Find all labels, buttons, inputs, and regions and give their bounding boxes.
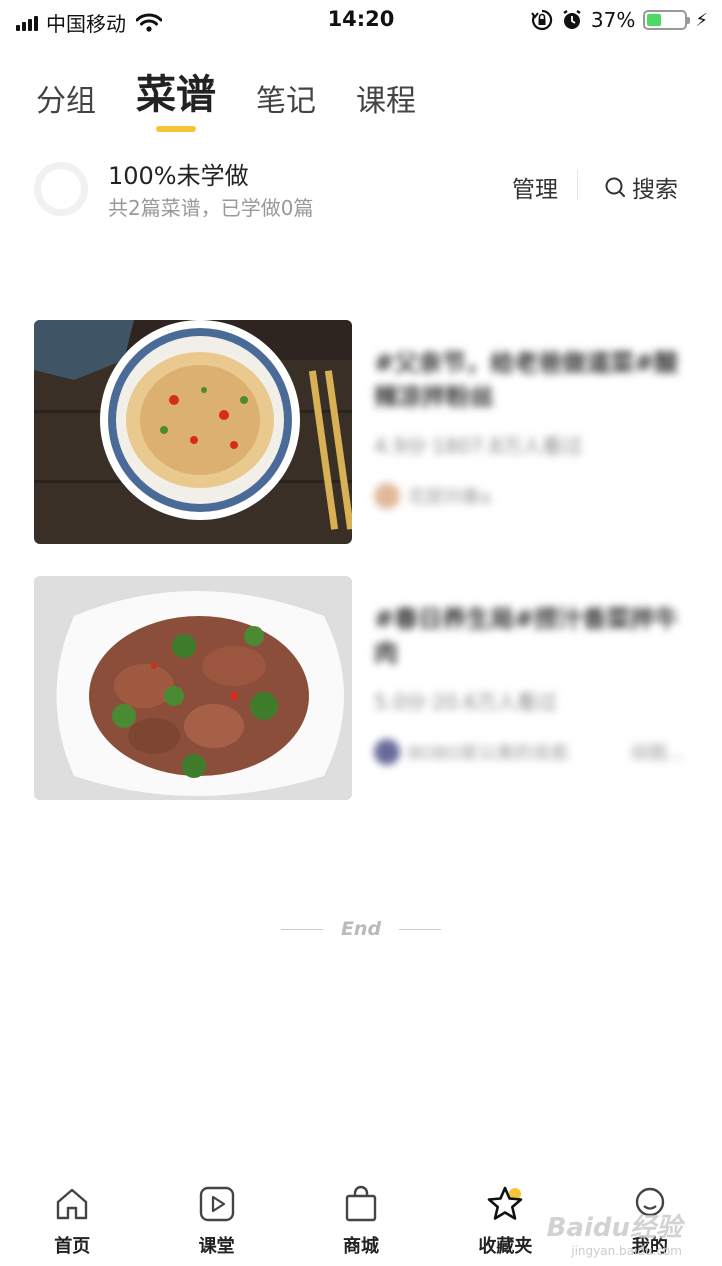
divider — [577, 170, 578, 200]
recipe-stats: 5.0分·20.6万人看过 — [374, 690, 557, 714]
search-icon — [605, 177, 625, 197]
nav-shop[interactable]: 商城 — [289, 1170, 433, 1266]
recipe-author: BOBO家公美的良庖 — [408, 743, 569, 764]
end-line-left — [280, 928, 323, 930]
recipe-stats: 4.9分·1807.8万人看过 — [374, 434, 583, 458]
home-icon — [57, 1188, 88, 1220]
recipe-extra: 综图... — [630, 743, 684, 764]
recipe-image — [34, 320, 352, 544]
battery-icon — [643, 10, 691, 30]
shopping-bag-icon — [345, 1185, 377, 1222]
progress-summary: 100%未学做 共2篇菜谱，已学做0篇 管理 搜索 — [34, 156, 688, 222]
star-icon — [488, 1186, 523, 1220]
recipe-author: 花厨刘春a — [408, 487, 492, 508]
nav-classroom-label: 课堂 — [198, 1236, 235, 1257]
avatar — [374, 739, 400, 765]
recipe-info: #春日养生局#捞汁香菜拌牛肉 5.0分·20.6万人看过 BOBO家公美的良庖 … — [374, 602, 684, 765]
status-bar: 中国移动 14:20 37% ⚡ — [0, 0, 722, 40]
progress-ring — [34, 162, 88, 216]
alarm-icon — [563, 10, 581, 29]
nav-shop-label: 商城 — [343, 1236, 380, 1257]
battery-fill — [647, 14, 661, 26]
nav-home-label: 首页 — [54, 1236, 91, 1257]
recipe-info: #父亲节，给老爸做道菜#酸辣凉拌粉丝 4.9分·1807.8万人看过 花厨刘春a — [374, 346, 684, 509]
progress-subtitle: 共2篇菜谱，已学做0篇 — [108, 196, 314, 220]
tab-notes[interactable]: 笔记 — [256, 76, 316, 132]
tab-groups[interactable]: 分组 — [36, 76, 96, 132]
recipe-title: #父亲节，给老爸做道菜#酸辣凉拌粉丝 — [374, 349, 679, 411]
tab-recipes[interactable]: 菜谱 — [136, 62, 216, 132]
search-button[interactable]: 搜索 — [604, 170, 678, 204]
play-icon — [199, 1186, 234, 1222]
watermark-url: jingyan.baidu.com — [571, 1244, 682, 1258]
recipe-image — [34, 576, 352, 800]
watermark: Baidu经验 — [546, 1213, 682, 1243]
charging-icon: ⚡ — [695, 9, 708, 31]
tab-courses[interactable]: 课程 — [356, 76, 416, 132]
avatar — [374, 483, 400, 509]
end-line-right — [399, 928, 442, 930]
nav-classroom[interactable]: 课堂 — [144, 1170, 288, 1266]
recipe-card[interactable]: #父亲节，给老爸做道菜#酸辣凉拌粉丝 4.9分·1807.8万人看过 花厨刘春a — [34, 320, 688, 544]
end-marker: End — [0, 918, 722, 940]
battery-percent: 37% — [590, 8, 636, 32]
recipe-card[interactable]: #春日养生局#捞汁香菜拌牛肉 5.0分·20.6万人看过 BOBO家公美的良庖 … — [34, 576, 688, 800]
top-tabs: 分组 菜谱 笔记 课程 — [36, 62, 416, 132]
rotation-lock-icon — [531, 9, 553, 31]
progress-title: 100%未学做 — [108, 162, 249, 190]
nav-favorites-label: 收藏夹 — [478, 1236, 533, 1257]
manage-button[interactable]: 管理 — [512, 170, 558, 204]
search-label: 搜索 — [632, 177, 678, 203]
recipe-title: #春日养生局#捞汁香菜拌牛肉 — [374, 605, 679, 667]
end-text: End — [340, 918, 382, 940]
nav-home[interactable]: 首页 — [0, 1170, 144, 1266]
